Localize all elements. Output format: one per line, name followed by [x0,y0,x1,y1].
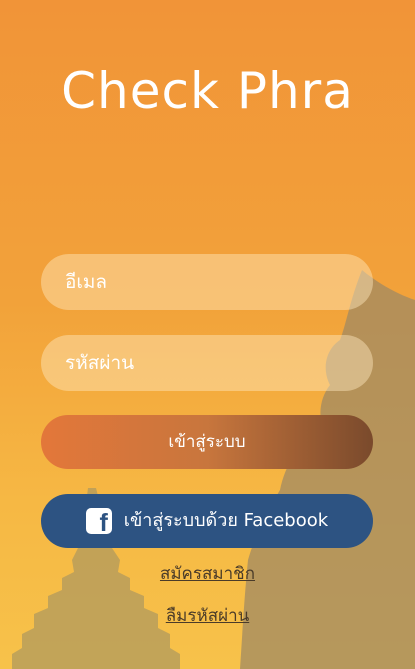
login-button-label: เข้าสู่ระบบ [168,432,246,452]
email-input[interactable]: อีเมล [41,254,373,310]
facebook-icon-glyph: f [99,509,108,537]
facebook-login-button[interactable]: f เข้าสู่ระบบด้วย Facebook [41,494,373,548]
password-placeholder: รหัสผ่าน [65,352,135,374]
facebook-login-label: เข้าสู่ระบบด้วย Facebook [123,510,329,531]
login-button[interactable]: เข้าสู่ระบบ [41,415,373,469]
register-link[interactable]: สมัครสมาชิก [0,560,415,587]
password-input[interactable]: รหัสผ่าน [41,335,373,391]
forgot-password-link[interactable]: ลืมรหัสผ่าน [0,602,415,629]
facebook-icon: f [85,508,112,537]
app-title: Check Phra [61,62,354,120]
email-placeholder: อีเมล [65,271,108,293]
